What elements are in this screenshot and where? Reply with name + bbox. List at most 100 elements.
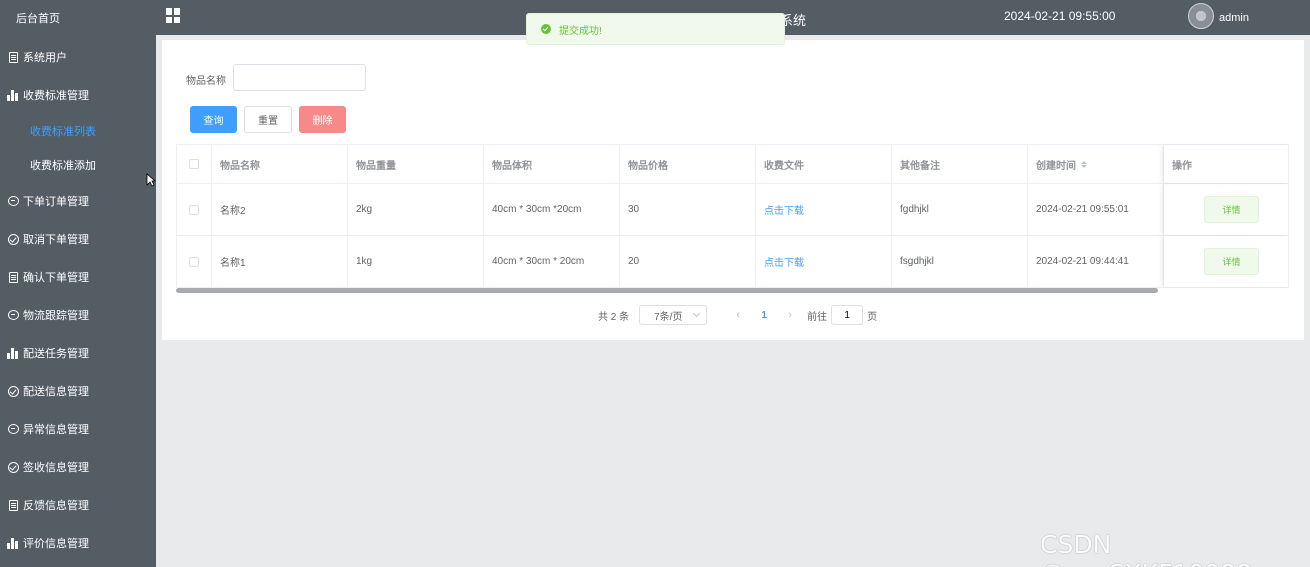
pagination: 共 2 条 7条/页 ‹ 1 › 前往 页 bbox=[598, 305, 877, 325]
cell-action: 详情 bbox=[1164, 236, 1289, 287]
delete-button[interactable]: 删除 bbox=[299, 106, 346, 133]
check-circle-icon bbox=[7, 233, 19, 245]
cell-file: 点击下载 bbox=[756, 236, 892, 287]
sidebar-item-feedback[interactable]: 反馈信息管理 bbox=[0, 486, 156, 524]
row-checkbox[interactable] bbox=[189, 256, 199, 267]
goto-label: 前往 bbox=[807, 311, 828, 323]
table-row: 名称1 1kg 40cm * 30cm * 20cm 20 点击下载 fsgdh… bbox=[176, 236, 1289, 288]
cell-note: fgdhjkl bbox=[892, 184, 1028, 235]
doc-icon bbox=[7, 499, 19, 511]
cell-created: 2024-02-21 09:55:01 bbox=[1028, 184, 1164, 235]
cell-weight: 2kg bbox=[348, 184, 484, 235]
cell-volume: 40cm * 30cm * 20cm bbox=[484, 236, 620, 287]
sidebar-item-cancel-orders[interactable]: 取消下单管理 bbox=[0, 220, 156, 258]
horizontal-scrollbar[interactable] bbox=[176, 288, 1158, 293]
col-header-price: 物品价格 bbox=[620, 145, 756, 183]
sidebar-item-label: 收费标准管理 bbox=[23, 90, 89, 102]
watermark: CSDN @vx_CXKF10088 bbox=[1040, 530, 1252, 567]
sidebar-item-system-users[interactable]: 系统用户 bbox=[0, 38, 156, 76]
check-circle-icon bbox=[541, 24, 551, 34]
sidebar-subitem-fee-add[interactable]: 收费标准添加 bbox=[0, 148, 156, 182]
chevron-down-icon bbox=[693, 309, 701, 318]
sidebar-item-label: 签收信息管理 bbox=[23, 462, 89, 474]
sidebar-item-label: 物流跟踪管理 bbox=[23, 310, 89, 322]
query-button[interactable]: 查询 bbox=[190, 106, 237, 133]
col-header-weight: 物品重量 bbox=[348, 145, 484, 183]
cell-name: 名称1 bbox=[212, 236, 348, 287]
col-header-created[interactable]: 创建时间 bbox=[1028, 145, 1164, 183]
select-all-checkbox[interactable] bbox=[189, 159, 199, 169]
sidebar-item-label: 评价信息管理 bbox=[23, 538, 89, 550]
sidebar-item-fee-standard[interactable]: 收费标准管理 bbox=[0, 76, 156, 114]
chat-icon bbox=[7, 195, 19, 207]
col-header-created-label: 创建时间 bbox=[1036, 160, 1076, 172]
chat-icon bbox=[7, 423, 19, 435]
sidebar-item-label: 配送信息管理 bbox=[23, 386, 89, 398]
page-number[interactable]: 1 bbox=[751, 310, 777, 321]
bar-chart-icon bbox=[7, 89, 19, 101]
sidebar-item-label: 配送任务管理 bbox=[23, 348, 89, 360]
download-link[interactable]: 点击下载 bbox=[764, 202, 804, 217]
sidebar-item-delivery-tasks[interactable]: 配送任务管理 bbox=[0, 334, 156, 372]
sidebar-item-exceptions[interactable]: 异常信息管理 bbox=[0, 410, 156, 448]
sidebar-item-label: 取消下单管理 bbox=[23, 234, 89, 246]
chat-icon bbox=[7, 309, 19, 321]
prev-page-button[interactable]: ‹ bbox=[725, 309, 751, 321]
main-content: 物品名称 查询 重置 删除 物品名称 物品重量 物品体积 物品价格 收费文件 其… bbox=[162, 40, 1304, 340]
col-header-volume: 物品体积 bbox=[484, 145, 620, 183]
row-select-cell bbox=[176, 184, 212, 235]
sidebar-item-confirm-orders[interactable]: 确认下单管理 bbox=[0, 258, 156, 296]
mouse-cursor-icon bbox=[146, 173, 156, 187]
check-circle-icon bbox=[7, 385, 19, 397]
cell-weight: 1kg bbox=[348, 236, 484, 287]
sidebar-subitem-fee-list[interactable]: 收费标准列表 bbox=[0, 114, 156, 148]
cell-action: 详情 bbox=[1164, 184, 1289, 235]
sidebar-item-label: 异常信息管理 bbox=[23, 424, 89, 436]
goto-unit: 页 bbox=[867, 311, 878, 323]
sidebar-item-reviews[interactable]: 评价信息管理 bbox=[0, 524, 156, 562]
doc-icon bbox=[7, 51, 19, 63]
bar-chart-icon bbox=[7, 537, 19, 549]
avatar[interactable] bbox=[1188, 3, 1214, 29]
sidebar-item-tracking[interactable]: 物流跟踪管理 bbox=[0, 296, 156, 334]
sort-icon[interactable] bbox=[1081, 160, 1087, 168]
cell-name: 名称2 bbox=[212, 184, 348, 235]
page-size-select[interactable]: 7条/页 bbox=[639, 305, 708, 325]
sidebar-item-delivery-info[interactable]: 配送信息管理 bbox=[0, 372, 156, 410]
success-toast: 提交成功! bbox=[526, 13, 785, 45]
sidebar-item-label: 确认下单管理 bbox=[23, 272, 89, 284]
bar-chart-icon bbox=[7, 347, 19, 359]
item-name-input[interactable] bbox=[233, 64, 366, 91]
cell-created: 2024-02-21 09:44:41 bbox=[1028, 236, 1164, 287]
col-header-name: 物品名称 bbox=[212, 145, 348, 183]
goto-page-input[interactable] bbox=[831, 305, 864, 325]
row-checkbox[interactable] bbox=[189, 204, 199, 215]
next-page-button[interactable]: › bbox=[777, 309, 803, 321]
sidebar-item-label: 反馈信息管理 bbox=[23, 500, 89, 512]
page-size-value: 7条/页 bbox=[654, 311, 683, 323]
sidebar-item-signoff[interactable]: 签收信息管理 bbox=[0, 448, 156, 486]
header-datetime: 2024-02-21 09:55:00 bbox=[1004, 9, 1116, 23]
sidebar-home[interactable]: 后台首页 bbox=[0, 0, 156, 38]
check-circle-icon bbox=[7, 461, 19, 473]
col-header-note: 其他备注 bbox=[892, 145, 1028, 183]
sidebar-item-orders[interactable]: 下单订单管理 bbox=[0, 182, 156, 220]
sidebar-item-label: 下单订单管理 bbox=[23, 196, 89, 208]
reset-button[interactable]: 重置 bbox=[244, 106, 292, 133]
pagination-total: 共 2 条 bbox=[598, 311, 630, 323]
search-label: 物品名称 bbox=[186, 76, 226, 87]
detail-button[interactable]: 详情 bbox=[1204, 196, 1259, 223]
data-table: 物品名称 物品重量 物品体积 物品价格 收费文件 其他备注 创建时间 操作 名称… bbox=[176, 144, 1289, 293]
header-username[interactable]: admin bbox=[1219, 12, 1249, 24]
cell-volume: 40cm * 30cm *20cm bbox=[484, 184, 620, 235]
table-header-row: 物品名称 物品重量 物品体积 物品价格 收费文件 其他备注 创建时间 操作 bbox=[176, 144, 1289, 184]
row-select-cell bbox=[176, 236, 212, 287]
detail-button[interactable]: 详情 bbox=[1204, 248, 1259, 275]
table-row: 名称2 2kg 40cm * 30cm *20cm 30 点击下载 fgdhjk… bbox=[176, 184, 1289, 236]
sidebar-item-label: 系统用户 bbox=[23, 52, 67, 64]
toast-message: 提交成功! bbox=[559, 25, 602, 37]
grid-menu-icon[interactable] bbox=[166, 8, 181, 23]
sidebar: 后台首页 系统用户 收费标准管理 收费标准列表 收费标准添加 下单订单管理 取消… bbox=[0, 0, 156, 567]
cell-price: 30 bbox=[620, 184, 756, 235]
download-link[interactable]: 点击下载 bbox=[764, 254, 804, 269]
